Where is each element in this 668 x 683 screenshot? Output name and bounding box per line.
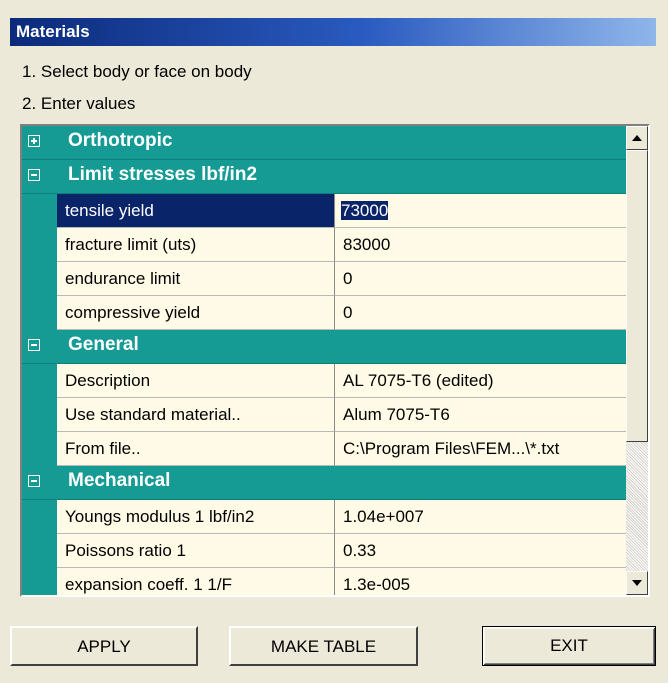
row-gutter: [22, 194, 57, 228]
apply-button[interactable]: APPLY: [10, 626, 198, 666]
property-row[interactable]: Use standard material.. Alum 7075-T6: [22, 398, 626, 432]
property-value-text: 83000: [343, 235, 391, 254]
property-row[interactable]: endurance limit 0: [22, 262, 626, 296]
window-title: Materials: [10, 18, 656, 46]
property-value[interactable]: AL 7075-T6 (edited): [335, 364, 626, 398]
property-value[interactable]: 83000: [335, 228, 626, 262]
property-value[interactable]: Alum 7075-T6: [335, 398, 626, 432]
scroll-up-button[interactable]: [626, 126, 648, 150]
category-row[interactable]: General: [22, 330, 626, 364]
row-gutter: [22, 534, 57, 568]
property-row[interactable]: expansion coeff. 1 1/F 1.3e-005: [22, 568, 626, 595]
property-value-text: 0.33: [343, 541, 377, 560]
property-name[interactable]: Youngs modulus 1 lbf/in2: [57, 500, 335, 534]
row-gutter: [22, 432, 57, 466]
property-value[interactable]: 0.33: [335, 534, 626, 568]
property-value-text: AL 7075-T6 (edited): [343, 371, 494, 390]
property-value-text: C:\Program Files\FEM...\*.txt: [343, 439, 560, 458]
instruction-step-1: 1. Select body or face on body: [22, 62, 252, 81]
property-name[interactable]: compressive yield: [57, 296, 335, 330]
property-grid[interactable]: Orthotropic Limit stresses lbf/in2 tensile…: [20, 124, 650, 597]
category-label: Orthotropic: [68, 130, 173, 151]
property-row[interactable]: fracture limit (uts) 83000: [22, 228, 626, 262]
property-value[interactable]: 1.3e-005: [335, 568, 626, 595]
category-label: Mechanical: [68, 470, 171, 491]
property-row[interactable]: compressive yield 0: [22, 296, 626, 330]
category-label: Limit stresses lbf/in2: [68, 164, 258, 185]
property-value[interactable]: 0: [335, 296, 626, 330]
property-value[interactable]: 73000: [335, 194, 626, 228]
property-value-text: 0: [343, 303, 353, 322]
collapse-minus-icon[interactable]: [28, 475, 40, 487]
collapse-minus-icon[interactable]: [28, 169, 40, 181]
property-name[interactable]: tensile yield: [57, 194, 335, 228]
property-name[interactable]: fracture limit (uts): [57, 228, 335, 262]
row-gutter: [22, 364, 57, 398]
instruction-step-2: 2. Enter values: [22, 94, 136, 113]
collapse-minus-icon[interactable]: [28, 339, 40, 351]
category-row[interactable]: Orthotropic: [22, 126, 626, 160]
make-table-button[interactable]: MAKE TABLE: [229, 626, 418, 666]
materials-window: Materials 1. Select body or face on body…: [0, 0, 668, 683]
property-grid-rows: Orthotropic Limit stresses lbf/in2 tensile…: [22, 126, 626, 595]
property-name[interactable]: endurance limit: [57, 262, 335, 296]
property-row[interactable]: Poissons ratio 1 0.33: [22, 534, 626, 568]
property-name[interactable]: Description: [57, 364, 335, 398]
property-name[interactable]: expansion coeff. 1 1/F: [57, 568, 335, 595]
row-gutter: [22, 568, 57, 595]
property-value-text: 1.3e-005: [343, 575, 411, 594]
property-value-text: 0: [343, 269, 353, 288]
vertical-scrollbar[interactable]: [626, 126, 648, 595]
category-label: General: [68, 334, 139, 355]
category-row[interactable]: Mechanical: [22, 466, 626, 500]
scroll-down-button[interactable]: [626, 571, 648, 595]
property-name[interactable]: Poissons ratio 1: [57, 534, 335, 568]
row-gutter: [22, 500, 57, 534]
property-value[interactable]: 0: [335, 262, 626, 296]
row-gutter: [22, 398, 57, 432]
property-row[interactable]: Description AL 7075-T6 (edited): [22, 364, 626, 398]
property-value-text: 1.04e+007: [343, 507, 424, 526]
property-row[interactable]: tensile yield 73000: [22, 194, 626, 228]
row-gutter: [22, 228, 57, 262]
exit-button[interactable]: EXIT: [482, 626, 656, 666]
property-row[interactable]: Youngs modulus 1 lbf/in2 1.04e+007: [22, 500, 626, 534]
property-row[interactable]: From file.. C:\Program Files\FEM...\*.txt: [22, 432, 626, 466]
property-value[interactable]: C:\Program Files\FEM...\*.txt: [335, 432, 626, 466]
property-name[interactable]: From file..: [57, 432, 335, 466]
category-row[interactable]: Limit stresses lbf/in2: [22, 160, 626, 194]
arrow-up-icon: [632, 135, 642, 141]
arrow-down-icon: [632, 580, 642, 586]
property-name[interactable]: Use standard material..: [57, 398, 335, 432]
row-gutter: [22, 296, 57, 330]
property-value-text: 73000: [341, 201, 389, 220]
property-value[interactable]: 1.04e+007: [335, 500, 626, 534]
property-value-text: Alum 7075-T6: [343, 405, 450, 424]
expand-plus-icon[interactable]: [28, 135, 40, 147]
scrollbar-thumb[interactable]: [626, 150, 648, 442]
row-gutter: [22, 262, 57, 296]
